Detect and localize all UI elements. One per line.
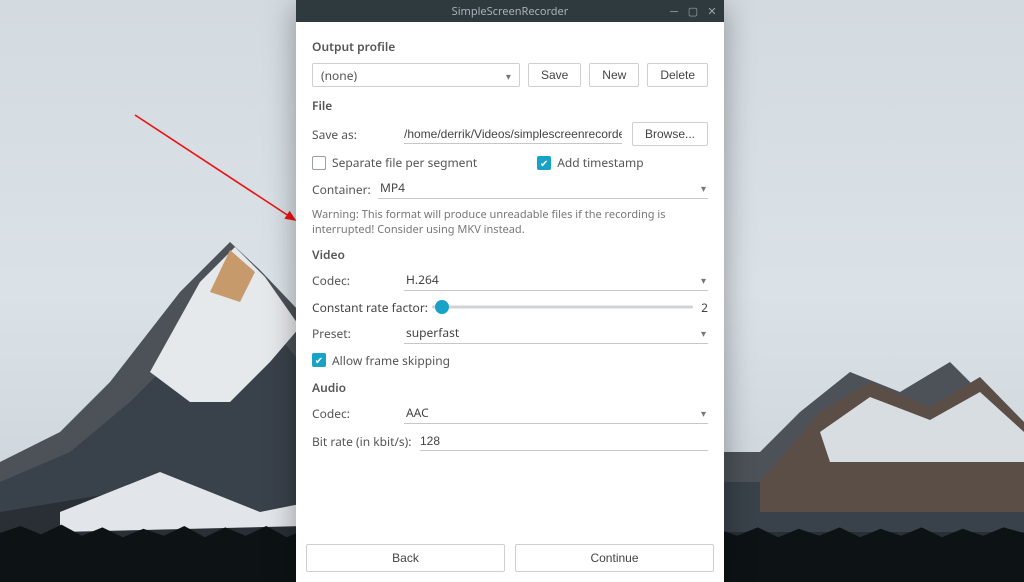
audio-codec-value: AAC: [406, 404, 429, 421]
back-button[interactable]: Back: [306, 544, 505, 572]
checkbox-icon: [312, 156, 326, 170]
audio-codec-dropdown[interactable]: AAC: [404, 404, 708, 424]
preset-label: Preset:: [312, 325, 404, 342]
container-value: MP4: [380, 179, 405, 196]
app-window: SimpleScreenRecorder ─ ▢ ✕ Output profil…: [296, 0, 724, 582]
container-dropdown[interactable]: MP4: [378, 179, 708, 199]
video-codec-label: Codec:: [312, 272, 404, 289]
chevron-down-icon: [701, 271, 706, 288]
profile-save-button[interactable]: Save: [528, 63, 581, 87]
audio-codec-label: Codec:: [312, 405, 404, 422]
browse-button[interactable]: Browse...: [632, 122, 708, 146]
crf-value: 2: [701, 299, 708, 316]
chevron-down-icon: [701, 179, 706, 196]
chevron-down-icon: [506, 67, 511, 84]
window-title: SimpleScreenRecorder: [296, 4, 724, 19]
continue-button[interactable]: Continue: [515, 544, 714, 572]
audio-heading: Audio: [312, 379, 708, 396]
save-as-label: Save as:: [312, 126, 404, 143]
allow-frame-skipping-checkbox[interactable]: ✔ Allow frame skipping: [312, 352, 708, 369]
checkbox-checked-icon: ✔: [312, 353, 326, 367]
separate-file-checkbox[interactable]: Separate file per segment: [312, 154, 477, 171]
separate-file-label: Separate file per segment: [332, 154, 477, 171]
bitrate-label: Bit rate (in kbit/s):: [312, 433, 420, 450]
chevron-down-icon: [701, 404, 706, 421]
titlebar[interactable]: SimpleScreenRecorder ─ ▢ ✕: [296, 0, 724, 22]
minimize-icon[interactable]: ─: [666, 4, 682, 18]
checkbox-checked-icon: ✔: [537, 156, 551, 170]
container-warning: Warning: This format will produce unread…: [312, 207, 708, 238]
save-as-input[interactable]: [404, 125, 622, 144]
preset-value: superfast: [406, 324, 459, 341]
allow-frame-skipping-label: Allow frame skipping: [332, 352, 450, 369]
chevron-down-icon: [701, 324, 706, 341]
output-profile-heading: Output profile: [312, 38, 708, 55]
profile-delete-button[interactable]: Delete: [647, 63, 708, 87]
add-timestamp-checkbox[interactable]: ✔ Add timestamp: [537, 154, 643, 171]
slider-thumb[interactable]: [435, 300, 449, 314]
add-timestamp-label: Add timestamp: [557, 154, 643, 171]
profile-dropdown-value: (none): [321, 67, 357, 84]
video-heading: Video: [312, 246, 708, 263]
footer: Back Continue: [296, 534, 724, 582]
close-icon[interactable]: ✕: [704, 4, 720, 18]
video-codec-dropdown[interactable]: H.264: [404, 271, 708, 291]
crf-slider[interactable]: [432, 299, 693, 315]
profile-dropdown[interactable]: (none): [312, 63, 520, 87]
bitrate-input[interactable]: [420, 432, 708, 451]
crf-label: Constant rate factor:: [312, 299, 428, 316]
video-codec-value: H.264: [406, 271, 439, 288]
maximize-icon[interactable]: ▢: [685, 4, 701, 18]
slider-track: [432, 306, 693, 309]
profile-new-button[interactable]: New: [589, 63, 639, 87]
file-heading: File: [312, 97, 708, 114]
preset-dropdown[interactable]: superfast: [404, 324, 708, 344]
container-label: Container:: [312, 181, 378, 198]
